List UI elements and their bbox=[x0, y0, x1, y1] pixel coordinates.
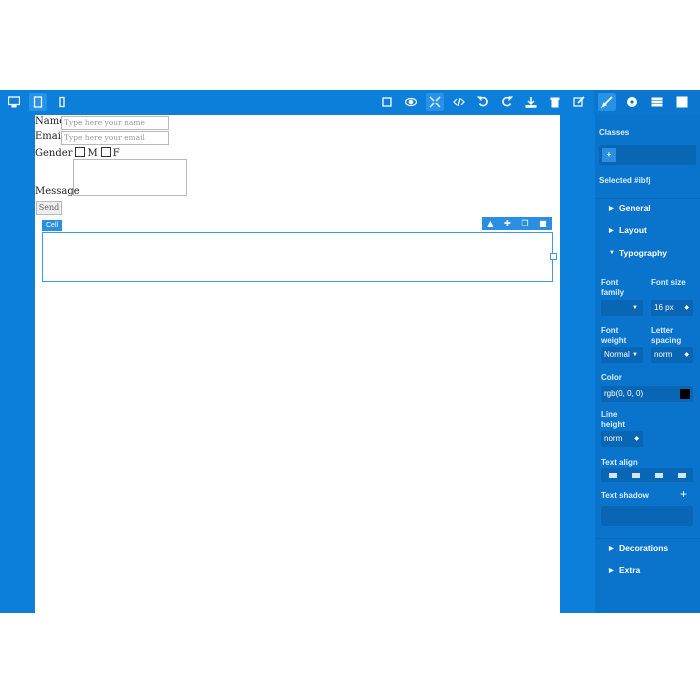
selected-label: Selected #ibfj bbox=[599, 176, 651, 185]
color-input[interactable]: rgb(0, 0, 0) bbox=[601, 386, 693, 402]
classes-field[interactable]: + bbox=[599, 145, 696, 165]
text-align-group bbox=[601, 468, 693, 482]
editor-app: Name Type here your name Email Type here… bbox=[0, 90, 700, 613]
gender-m-label: M bbox=[87, 148, 98, 159]
copy-icon[interactable]: ❐ bbox=[521, 217, 528, 230]
stepper-icon: ◆ bbox=[684, 305, 689, 311]
section-decorations[interactable]: ▶ Decorations bbox=[595, 538, 700, 559]
message-label: Message bbox=[35, 186, 80, 197]
stepper-icon: ◆ bbox=[684, 352, 689, 358]
caret-right-icon: ▶ bbox=[609, 206, 614, 212]
email-input[interactable]: Type here your email bbox=[61, 131, 169, 145]
gender-f-checkbox[interactable] bbox=[100, 147, 111, 157]
letter-spacing-label: Letter spacing bbox=[651, 326, 682, 345]
font-size-label: Font size bbox=[651, 278, 686, 287]
font-size-input[interactable]: 16 px ◆ bbox=[651, 300, 693, 316]
gender-m-checkbox[interactable] bbox=[75, 147, 86, 157]
send-button[interactable]: Send bbox=[36, 201, 62, 215]
cell-toolbar: ▲ ✚ ❐ ■ bbox=[482, 217, 552, 230]
desktop-icon[interactable] bbox=[5, 93, 23, 111]
email-label: Email bbox=[35, 131, 65, 142]
delete-icon[interactable]: ■ bbox=[539, 217, 547, 230]
style-manager: Classes + Selected #ibfj ▶ General ▶ Layou… bbox=[595, 115, 700, 613]
name-input[interactable]: Type here your name bbox=[61, 116, 169, 130]
top-toolbar bbox=[0, 90, 700, 115]
blocks-icon[interactable] bbox=[673, 93, 691, 111]
font-family-label: Font family bbox=[601, 278, 625, 297]
section-extra[interactable]: ▶ Extra bbox=[595, 561, 700, 581]
font-family-select[interactable]: ▼ bbox=[601, 300, 643, 316]
gender-row: Gender M F bbox=[35, 147, 120, 159]
resize-handle[interactable] bbox=[550, 253, 557, 260]
gender-label: Gender bbox=[35, 148, 73, 159]
canvas-frame[interactable]: Name Type here your name Email Type here… bbox=[35, 115, 560, 613]
gender-f-label: F bbox=[112, 148, 120, 159]
section-general[interactable]: ▶ General bbox=[595, 198, 700, 219]
line-height-label: Line height bbox=[601, 410, 625, 429]
undo-icon[interactable] bbox=[474, 93, 492, 111]
tablet-icon[interactable] bbox=[29, 93, 47, 111]
letter-spacing-input[interactable]: norm ◆ bbox=[651, 347, 693, 363]
left-strip bbox=[0, 115, 35, 613]
color-label: Color bbox=[601, 373, 622, 382]
line-height-input[interactable]: norm ◆ bbox=[601, 431, 643, 447]
panel-gutter bbox=[560, 115, 595, 613]
move-icon[interactable]: ✚ bbox=[504, 217, 511, 230]
align-left-icon[interactable] bbox=[608, 472, 617, 478]
caret-down-icon: ▼ bbox=[609, 250, 615, 256]
dropdown-arrow-icon: ▼ bbox=[632, 305, 638, 311]
caret-right-icon: ▶ bbox=[609, 568, 614, 574]
eye-icon[interactable] bbox=[402, 93, 420, 111]
edit-icon[interactable] bbox=[570, 93, 588, 111]
gear-icon[interactable] bbox=[623, 93, 641, 111]
font-weight-select[interactable]: Normal ▼ bbox=[601, 347, 643, 363]
brush-icon[interactable] bbox=[598, 93, 616, 111]
cell-badge: Cell bbox=[42, 220, 63, 231]
square-icon[interactable] bbox=[378, 93, 396, 111]
text-shadow-label: Text shadow bbox=[601, 491, 649, 500]
message-textarea[interactable] bbox=[73, 159, 187, 196]
align-center-icon[interactable] bbox=[631, 472, 640, 478]
align-right-icon[interactable] bbox=[654, 472, 663, 478]
color-swatch[interactable] bbox=[680, 389, 690, 399]
text-shadow-list[interactable] bbox=[601, 506, 693, 526]
caret-right-icon: ▶ bbox=[609, 228, 614, 234]
align-justify-icon[interactable] bbox=[677, 472, 686, 478]
code-icon[interactable] bbox=[450, 93, 468, 111]
font-weight-label: Font weight bbox=[601, 326, 627, 345]
selected-cell[interactable] bbox=[42, 232, 553, 282]
stepper-icon: ◆ bbox=[634, 436, 639, 442]
arrow-up-icon[interactable]: ▲ bbox=[487, 217, 493, 230]
download-icon[interactable] bbox=[522, 93, 540, 111]
fullscreen-icon[interactable] bbox=[426, 93, 444, 111]
caret-right-icon: ▶ bbox=[609, 546, 614, 552]
layers-icon[interactable] bbox=[648, 93, 666, 111]
text-align-label: Text align bbox=[601, 458, 638, 467]
dropdown-arrow-icon: ▼ bbox=[632, 352, 638, 358]
trash-icon[interactable] bbox=[546, 93, 564, 111]
redo-icon[interactable] bbox=[498, 93, 516, 111]
add-shadow-button[interactable]: + bbox=[680, 487, 687, 501]
section-typography[interactable]: ▼ Typography bbox=[595, 244, 700, 264]
mobile-icon[interactable] bbox=[53, 93, 71, 111]
classes-label: Classes bbox=[599, 128, 630, 137]
add-class-button[interactable]: + bbox=[602, 148, 616, 162]
panel-tabs bbox=[594, 90, 700, 115]
section-layout[interactable]: ▶ Layout bbox=[595, 221, 700, 241]
